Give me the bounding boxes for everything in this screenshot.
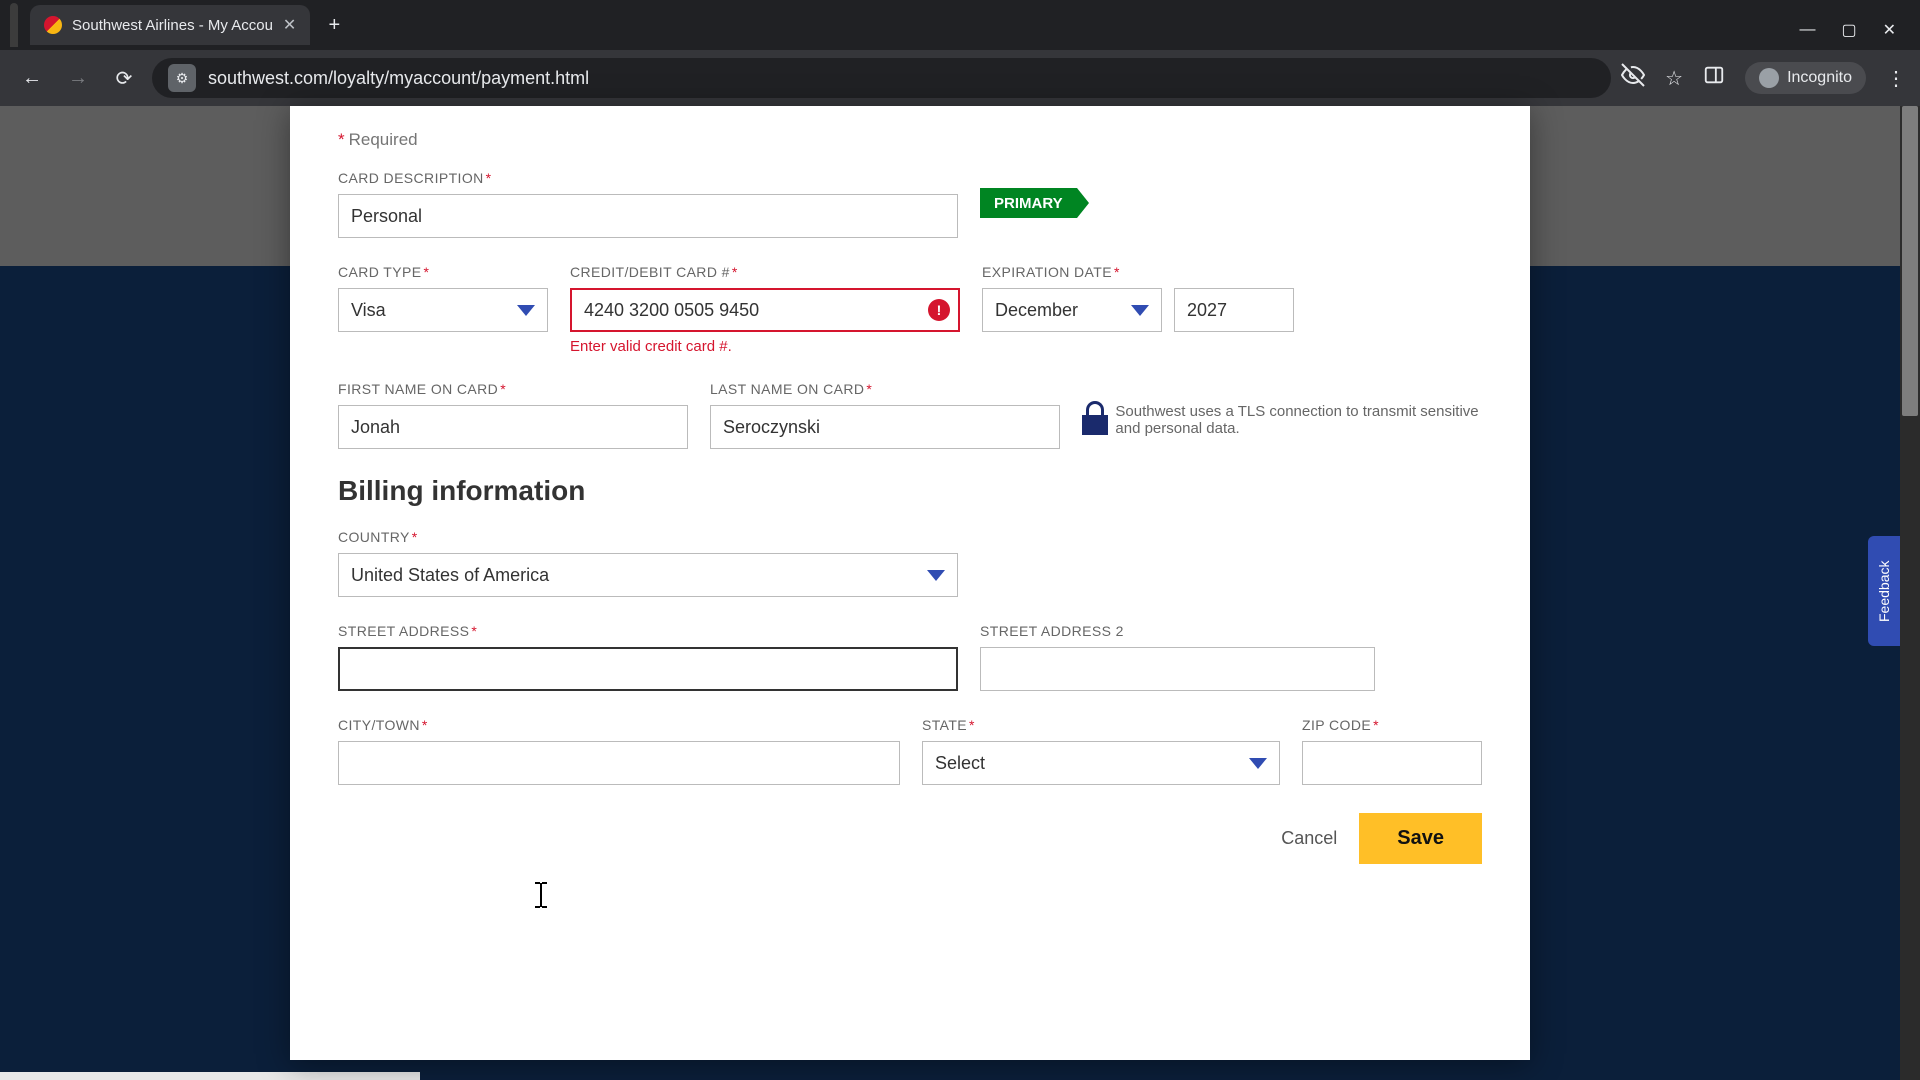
last-name-label: LAST NAME ON CARD* <box>710 381 1060 397</box>
card-type-select[interactable]: Visa <box>338 288 548 332</box>
incognito-icon <box>1759 68 1779 88</box>
url-text: southwest.com/loyalty/myaccount/payment.… <box>208 68 589 89</box>
card-number-label: CREDIT/DEBIT CARD #* <box>570 264 960 280</box>
state-label: STATE* <box>922 717 1280 733</box>
site-settings-icon[interactable]: ⚙ <box>168 64 196 92</box>
card-type-label: CARD TYPE* <box>338 264 548 280</box>
city-input[interactable] <box>338 741 900 785</box>
tab-title: Southwest Airlines - My Accou <box>72 17 273 34</box>
nav-reload-button[interactable]: ⟳ <box>106 60 142 96</box>
tls-note: Southwest uses a TLS connection to trans… <box>1082 403 1482 437</box>
nav-back-button[interactable]: ← <box>14 60 50 96</box>
scrollbar-thumb[interactable] <box>1902 106 1918 416</box>
browser-toolbar: ← → ⟳ ⚙ southwest.com/loyalty/myaccount/… <box>0 50 1920 106</box>
window-minimize-icon[interactable]: — <box>1799 21 1815 39</box>
chevron-down-icon <box>1131 305 1149 316</box>
side-panel-icon[interactable] <box>1703 64 1725 92</box>
card-description-label: CARD DESCRIPTION* <box>338 170 958 186</box>
address-bar[interactable]: ⚙ southwest.com/loyalty/myaccount/paymen… <box>152 58 1611 98</box>
state-select[interactable]: Select <box>922 741 1280 785</box>
nav-forward-button: → <box>60 60 96 96</box>
tab-search-button[interactable] <box>10 3 18 47</box>
first-name-input[interactable] <box>338 405 688 449</box>
state-value: Select <box>935 753 985 774</box>
payment-modal: *Required CARD DESCRIPTION* PRIMARY <box>290 106 1530 1060</box>
new-tab-button[interactable]: + <box>318 9 350 41</box>
expiration-month-select[interactable]: December <box>982 288 1162 332</box>
incognito-indicator[interactable]: Incognito <box>1745 62 1866 94</box>
card-description-input[interactable] <box>338 194 958 238</box>
window-close-icon[interactable]: ✕ <box>1883 20 1896 40</box>
zip-label: ZIP CODE* <box>1302 717 1482 733</box>
expiration-label: EXPIRATION DATE* <box>982 264 1302 280</box>
error-icon: ! <box>928 299 950 321</box>
street2-label: STREET ADDRESS 2 <box>980 623 1375 639</box>
card-number-input[interactable] <box>570 288 960 332</box>
chevron-down-icon <box>517 305 535 316</box>
status-bar-slice <box>0 1072 420 1080</box>
expiration-month-value: December <box>995 300 1078 321</box>
bookmark-star-icon[interactable]: ☆ <box>1665 66 1683 91</box>
browser-titlebar: Southwest Airlines - My Accou ✕ + — ▢ ✕ <box>0 0 1920 50</box>
street1-input[interactable] <box>338 647 958 691</box>
cancel-button[interactable]: Cancel <box>1281 828 1337 849</box>
feedback-tab-button[interactable]: Feedback <box>1868 536 1900 646</box>
card-number-error: Enter valid credit card #. <box>570 338 960 355</box>
feedback-label: Feedback <box>1876 560 1892 621</box>
primary-badge: PRIMARY <box>980 188 1077 218</box>
page-viewport: Feedback *Required CARD DESCRIPTION* PRI… <box>0 106 1920 1080</box>
country-label: COUNTRY* <box>338 529 958 545</box>
chevron-down-icon <box>1249 758 1267 769</box>
street2-input[interactable] <box>980 647 1375 691</box>
favicon-icon <box>44 16 62 34</box>
scrollbar-track[interactable] <box>1900 106 1920 1080</box>
eye-off-icon[interactable] <box>1621 63 1645 93</box>
required-hint: *Required <box>338 130 1482 150</box>
save-button[interactable]: Save <box>1359 813 1482 864</box>
first-name-label: FIRST NAME ON CARD* <box>338 381 688 397</box>
lock-icon <box>1082 405 1101 435</box>
card-type-value: Visa <box>351 300 386 321</box>
billing-heading: Billing information <box>338 475 1482 507</box>
kebab-menu-icon[interactable]: ⋮ <box>1886 66 1906 91</box>
zip-input[interactable] <box>1302 741 1482 785</box>
close-tab-icon[interactable]: ✕ <box>283 15 296 35</box>
chevron-down-icon <box>927 570 945 581</box>
country-value: United States of America <box>351 565 549 586</box>
last-name-input[interactable] <box>710 405 1060 449</box>
expiration-year-input[interactable] <box>1174 288 1294 332</box>
city-label: CITY/TOWN* <box>338 717 900 733</box>
country-select[interactable]: United States of America <box>338 553 958 597</box>
street1-label: STREET ADDRESS* <box>338 623 958 639</box>
window-maximize-icon[interactable]: ▢ <box>1841 20 1856 40</box>
browser-tab-active[interactable]: Southwest Airlines - My Accou ✕ <box>30 5 310 45</box>
incognito-label: Incognito <box>1787 69 1852 87</box>
